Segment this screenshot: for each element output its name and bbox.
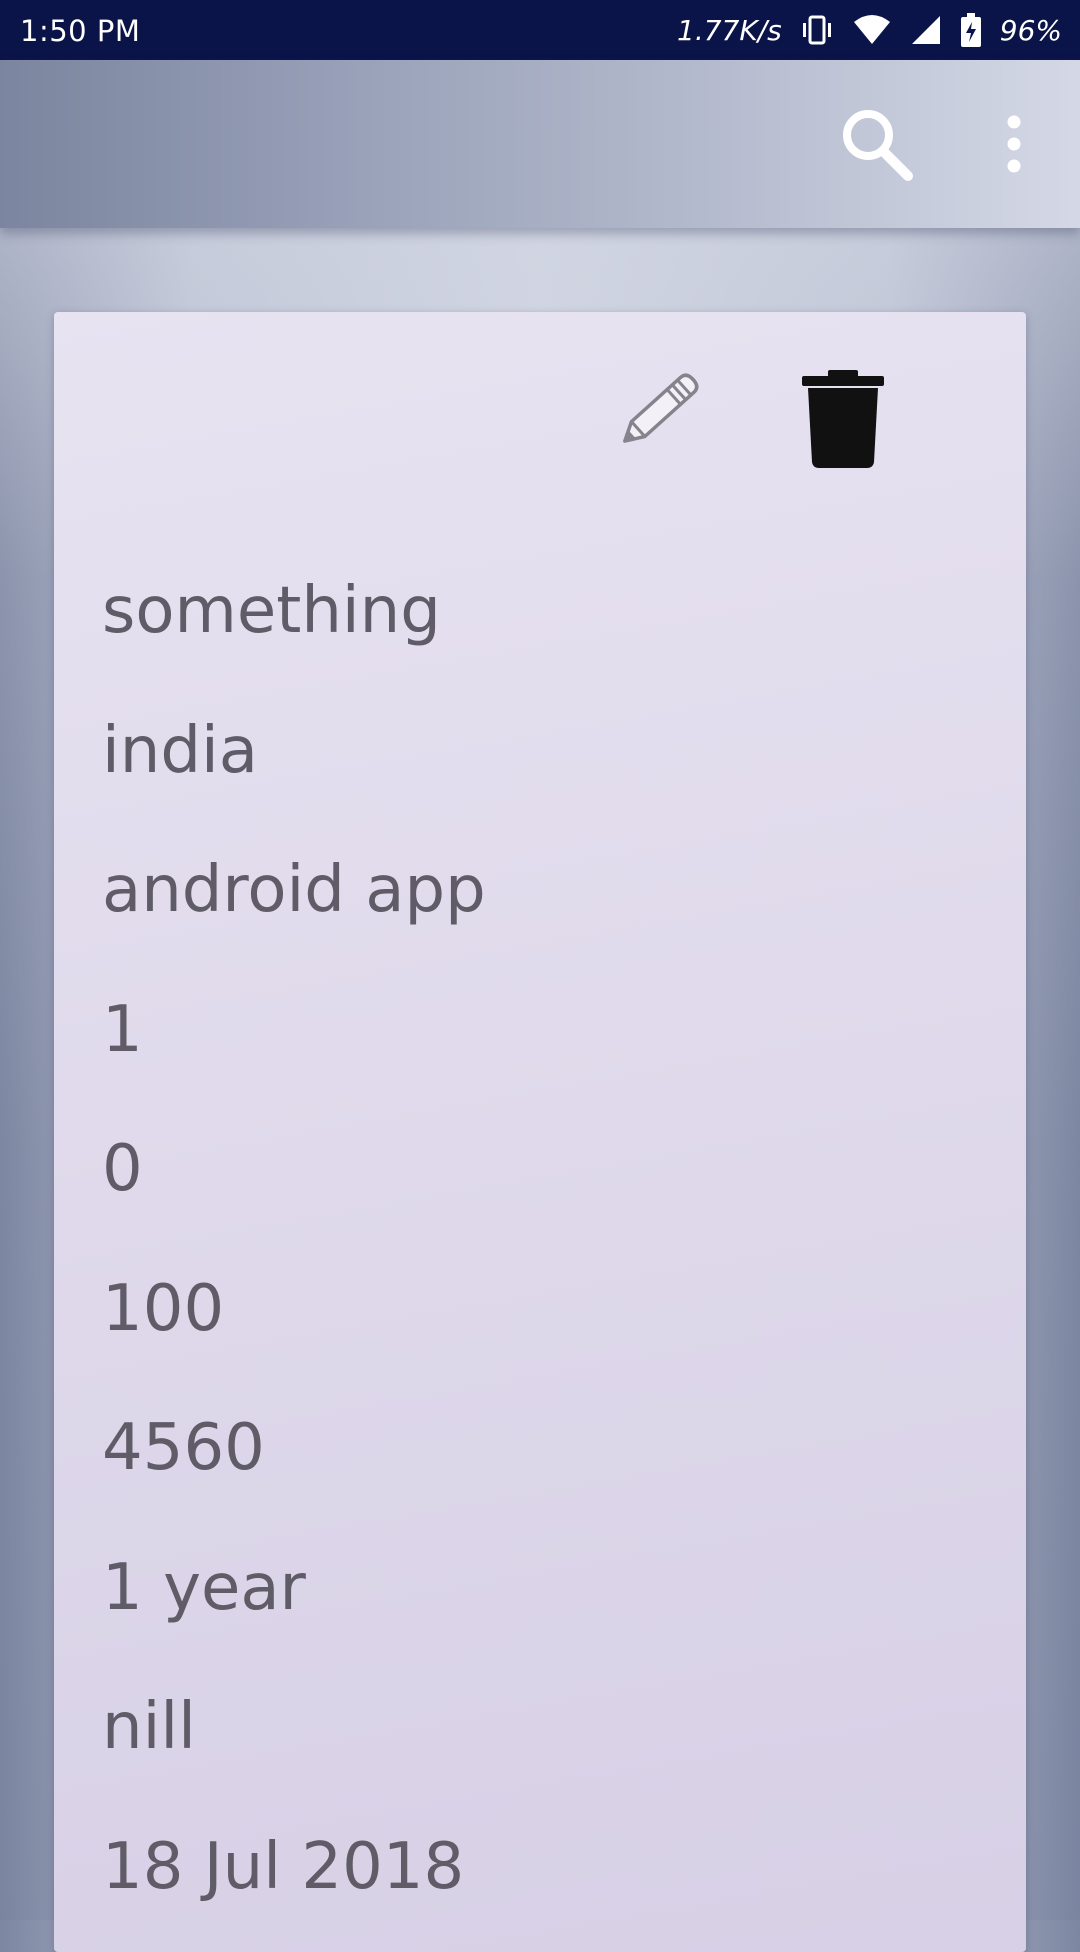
status-time: 1:50 PM xyxy=(20,14,141,48)
wifi-icon xyxy=(852,14,892,46)
field-value: android app xyxy=(102,853,486,927)
field-value: 18 Jul 2018 xyxy=(102,1829,465,1904)
more-options-button[interactable] xyxy=(990,112,1038,176)
field-value: nill xyxy=(102,1690,196,1764)
cellular-signal-icon xyxy=(910,14,942,46)
field-value: 4560 xyxy=(102,1411,265,1485)
pencil-icon xyxy=(623,373,699,443)
field-value: 0 xyxy=(102,1132,143,1206)
field-value: 1 year xyxy=(102,1550,306,1625)
status-bar: 1:50 PM 1.77K/s 96% xyxy=(0,0,1080,60)
network-speed: 1.77K/s xyxy=(677,13,782,47)
app-bar xyxy=(0,60,1080,228)
status-indicators: 1.77K/s 96% xyxy=(677,10,1062,50)
record-card: something india android app 1 0 100 4560… xyxy=(54,312,1026,1952)
edit-button[interactable] xyxy=(594,358,718,468)
field-value: india xyxy=(102,713,258,788)
record-fields: something india android app 1 0 100 4560… xyxy=(102,542,486,1937)
battery-charging-icon xyxy=(960,13,982,47)
field-value: something xyxy=(102,574,441,648)
delete-button[interactable] xyxy=(798,366,888,470)
vibrate-icon xyxy=(800,15,834,45)
battery-percent: 96% xyxy=(999,13,1062,47)
field-value: 100 xyxy=(102,1271,225,1346)
search-button[interactable] xyxy=(836,104,916,184)
search-icon xyxy=(843,110,913,181)
trash-icon xyxy=(802,370,884,468)
field-value: 1 xyxy=(102,992,143,1067)
more-vert-icon xyxy=(1007,115,1021,173)
